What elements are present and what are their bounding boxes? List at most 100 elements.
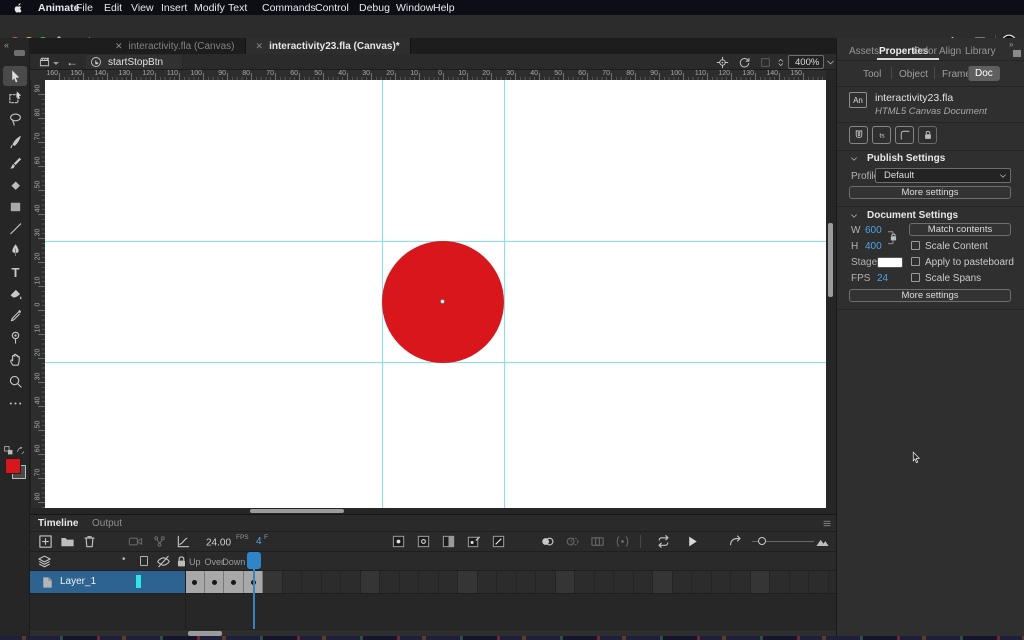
rotate-view-icon[interactable] bbox=[738, 56, 751, 69]
document-tab-2[interactable]: ✕interactivity23.fla (Canvas)* bbox=[246, 38, 411, 54]
frame-cell-17[interactable] bbox=[497, 571, 517, 593]
menu-item-animate[interactable]: Animate bbox=[38, 2, 79, 14]
close-tab-icon[interactable]: ✕ bbox=[256, 41, 264, 52]
eraser-tool[interactable] bbox=[3, 175, 27, 195]
edit-multiple-frames-icon[interactable] bbox=[590, 534, 605, 549]
symbol-crumb[interactable]: startStopBtn bbox=[86, 55, 182, 69]
snap-lock-icon[interactable] bbox=[918, 126, 937, 144]
outline-column-icon[interactable] bbox=[140, 556, 148, 566]
hand-tool[interactable] bbox=[3, 349, 27, 369]
width-value[interactable]: 600 bbox=[865, 225, 882, 236]
frame-cell-33[interactable] bbox=[809, 571, 829, 593]
frame-cell-27[interactable] bbox=[692, 571, 712, 593]
frame-cell-26[interactable] bbox=[673, 571, 693, 593]
timeline-menu-icon[interactable] bbox=[822, 519, 832, 528]
paint-bucket-tool[interactable] bbox=[3, 284, 27, 304]
frame-cell-9[interactable] bbox=[341, 571, 361, 593]
menu-item-window[interactable]: Window bbox=[396, 2, 433, 14]
graph-icon[interactable] bbox=[176, 534, 191, 549]
camera-icon[interactable] bbox=[128, 534, 143, 549]
frame-cell-18[interactable] bbox=[517, 571, 537, 593]
panel-expand-icon[interactable]: » bbox=[1009, 40, 1013, 49]
stage-color-swatch[interactable] bbox=[877, 257, 903, 268]
tab-output[interactable]: Output bbox=[92, 518, 122, 529]
clip-content-icon[interactable] bbox=[760, 57, 771, 68]
wh-link-icon[interactable] bbox=[887, 226, 901, 248]
profile-select[interactable]: Default bbox=[875, 168, 1011, 183]
subtab-frame[interactable]: Frame bbox=[942, 69, 971, 80]
menu-item-edit[interactable]: Edit bbox=[104, 2, 122, 14]
close-tab-icon[interactable]: ✕ bbox=[115, 41, 123, 52]
selection-tool[interactable] bbox=[3, 66, 27, 86]
frame-cell-31[interactable] bbox=[770, 571, 790, 593]
onion-skin-icon[interactable] bbox=[540, 534, 555, 549]
new-folder-icon[interactable] bbox=[60, 534, 75, 549]
frame-cell-3[interactable] bbox=[224, 571, 244, 593]
zoom-tool[interactable] bbox=[3, 371, 27, 391]
auto-keyframe-icon[interactable] bbox=[466, 534, 481, 549]
frame-cell-20[interactable] bbox=[556, 571, 576, 593]
timeline-zoom-slider-knob[interactable] bbox=[758, 537, 766, 545]
layers-icon[interactable] bbox=[37, 554, 52, 569]
eyedropper-tool[interactable] bbox=[3, 306, 27, 326]
publish-more-settings-button[interactable]: More settings bbox=[849, 186, 1011, 199]
publish-settings-header[interactable]: Publish Settings bbox=[867, 153, 945, 164]
document-settings-header[interactable]: Document Settings bbox=[867, 210, 958, 221]
tab-timeline[interactable]: Timeline bbox=[38, 518, 78, 529]
document-tab-1[interactable]: ✕interactivity.fla (Canvas) bbox=[105, 38, 246, 54]
timeline-fps[interactable]: 24.00 bbox=[206, 536, 231, 548]
onion-range-icon[interactable] bbox=[615, 534, 630, 549]
menu-item-insert[interactable]: Insert bbox=[161, 2, 187, 14]
stage-canvas[interactable] bbox=[45, 80, 826, 508]
subtab-doc[interactable]: Doc bbox=[968, 66, 1000, 81]
insert-keyframe-icon[interactable] bbox=[391, 534, 406, 549]
frame-cell-10[interactable] bbox=[361, 571, 381, 593]
frame-cell-11[interactable] bbox=[380, 571, 400, 593]
insert-frame-icon[interactable] bbox=[441, 534, 456, 549]
frame-cell-28[interactable] bbox=[712, 571, 732, 593]
loop-icon[interactable] bbox=[656, 534, 671, 549]
frame-cell-8[interactable] bbox=[322, 571, 342, 593]
scale-spans-checkbox[interactable] bbox=[911, 273, 920, 282]
remove-frame-icon[interactable] bbox=[491, 534, 506, 549]
panel-tab-library[interactable]: Library bbox=[965, 46, 996, 57]
menu-item-file[interactable]: File bbox=[76, 2, 93, 14]
free-transform-tool[interactable] bbox=[3, 88, 27, 108]
snap-magnet-icon[interactable] bbox=[849, 126, 868, 144]
layer-name[interactable]: Layer_1 bbox=[60, 576, 96, 587]
panel-menu-icon[interactable] bbox=[1013, 50, 1021, 57]
play-icon[interactable] bbox=[685, 534, 700, 549]
zoom-stepper-icon[interactable] bbox=[776, 56, 785, 69]
frame-cell-23[interactable] bbox=[614, 571, 634, 593]
apply-pasteboard-checkbox[interactable] bbox=[911, 257, 920, 266]
panel-tab-align[interactable]: Align bbox=[939, 46, 961, 57]
frame-cell-16[interactable] bbox=[478, 571, 498, 593]
more-tools[interactable] bbox=[3, 393, 27, 413]
parenting-icon[interactable] bbox=[152, 534, 167, 549]
frame-cell-5[interactable] bbox=[263, 571, 283, 593]
guide-vertical-right[interactable] bbox=[504, 80, 505, 508]
height-value[interactable]: 400 bbox=[865, 241, 882, 252]
layer-row[interactable]: Layer_1 bbox=[30, 571, 185, 593]
frame-cell-22[interactable] bbox=[595, 571, 615, 593]
subtab-object[interactable]: Object bbox=[899, 69, 928, 80]
frame-cell-12[interactable] bbox=[400, 571, 420, 593]
lasso-tool[interactable] bbox=[3, 110, 27, 130]
insert-blank-keyframe-icon[interactable] bbox=[416, 534, 431, 549]
fps-value[interactable]: 24 bbox=[877, 273, 888, 284]
frame-cell-7[interactable] bbox=[302, 571, 322, 593]
menu-item-modify[interactable]: Modify bbox=[194, 2, 225, 14]
panel-tab-color[interactable]: Color bbox=[913, 46, 937, 57]
frame-cell-13[interactable] bbox=[419, 571, 439, 593]
center-stage-icon[interactable] bbox=[716, 56, 729, 69]
apple-icon[interactable] bbox=[13, 2, 24, 13]
subtab-tool[interactable]: Tool bbox=[863, 69, 881, 80]
vertical-scrollbar[interactable] bbox=[828, 223, 833, 297]
collapse-panel-icon[interactable]: « bbox=[4, 40, 9, 50]
panel-tab-assets[interactable]: Assets bbox=[849, 46, 879, 57]
menu-item-text[interactable]: Text bbox=[228, 2, 247, 14]
frame-cell-21[interactable] bbox=[575, 571, 595, 593]
swap-colors-icon[interactable] bbox=[16, 446, 25, 455]
pen-tool[interactable] bbox=[3, 240, 27, 260]
center-frame-icon[interactable] bbox=[728, 534, 743, 549]
